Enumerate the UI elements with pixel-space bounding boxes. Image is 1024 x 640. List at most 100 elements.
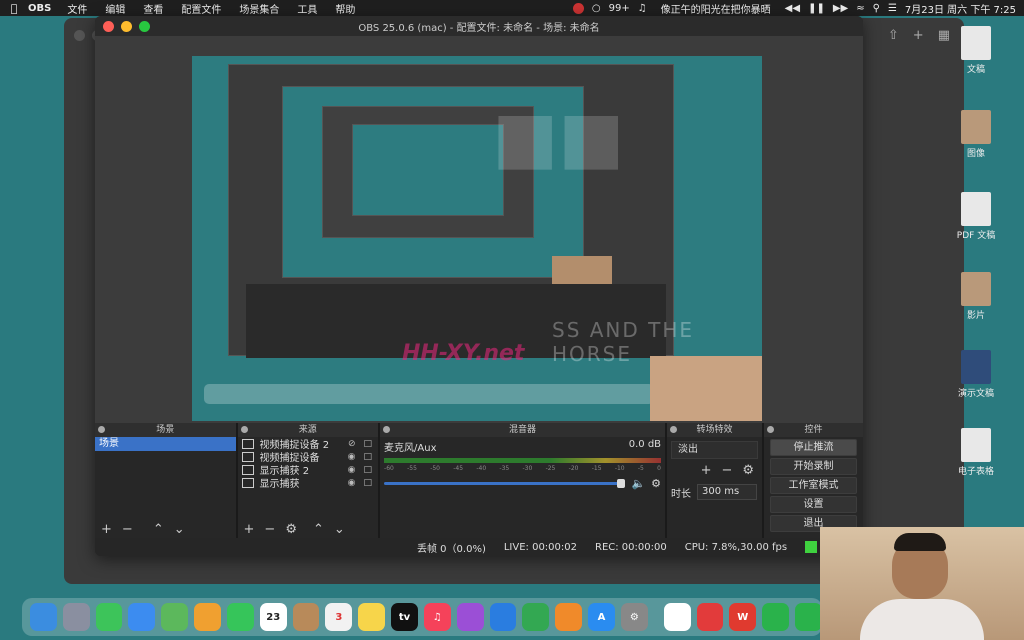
desktop-file-image[interactable]: 图像 <box>946 110 1006 159</box>
facetime-icon[interactable] <box>226 603 254 631</box>
baidu-netdisk-icon[interactable] <box>663 603 691 631</box>
obs-tray-icon[interactable] <box>572 2 584 14</box>
lock-icon[interactable]: □ <box>364 452 373 462</box>
menu-scene-collection[interactable]: 场景集合 <box>239 1 279 16</box>
move-down-icon[interactable]: ⌄ <box>334 522 345 537</box>
controls-header: 控件 <box>764 423 863 437</box>
gear-icon[interactable]: ⚙ <box>285 522 297 537</box>
start-recording-button[interactable]: 开始录制 <box>770 458 857 475</box>
gear-icon[interactable]: ⚙ <box>742 463 754 478</box>
move-up-icon[interactable]: ⌃ <box>313 522 324 537</box>
window-title: OBS 25.0.6 (mac) - 配置文件: 未命名 - 场景: 未命名 <box>358 22 600 34</box>
lock-icon[interactable]: □ <box>364 465 373 475</box>
visibility-icon[interactable]: ⊘ <box>348 439 356 449</box>
camera-icon <box>241 451 254 462</box>
visibility-icon[interactable]: ◉ <box>348 465 356 475</box>
launchpad-icon[interactable] <box>62 603 90 631</box>
sources-dock: 来源 视频捕捉设备 2 ⊘ □ 视频捕捉设备 ◉ □ 显示捕获 2 ◉ □ 显示捕获 ◉ □ +… <box>237 423 381 538</box>
add-scene-icon[interactable]: + <box>101 522 112 537</box>
remove-source-icon[interactable]: − <box>264 522 275 537</box>
iqiyi-icon[interactable] <box>762 603 790 631</box>
system-preferences-icon[interactable]: ⚙ <box>620 603 648 631</box>
music-tray-icon[interactable]: ♫ <box>638 3 647 14</box>
add-icon[interactable]: + <box>913 28 924 43</box>
menu-tools[interactable]: 工具 <box>297 1 317 16</box>
studio-mode-button[interactable]: 工作室模式 <box>770 477 857 494</box>
music-icon[interactable]: ♫ <box>423 603 451 631</box>
display-icon <box>241 477 254 488</box>
weibo-icon[interactable] <box>696 603 724 631</box>
wps-icon[interactable]: W <box>729 603 757 631</box>
app-store-icon[interactable]: A <box>588 603 615 631</box>
finder-icon[interactable] <box>30 603 57 631</box>
lock-icon[interactable]: □ <box>364 478 373 488</box>
preview-canvas[interactable]: ■■ SS AND THE HORSE HH-XY.net <box>192 56 762 421</box>
menu-view[interactable]: 查看 <box>143 1 163 16</box>
scenes-toolbar: + − ⌃ ⌄ <box>95 520 236 538</box>
reminders-icon[interactable]: 3 <box>325 603 353 631</box>
desktop-file-document[interactable]: 文稿 <box>946 26 1006 75</box>
tv-icon[interactable]: tv <box>391 603 418 631</box>
desktop-file-presentation[interactable]: 演示文稿 <box>946 350 1006 399</box>
menu-profile[interactable]: 配置文件 <box>181 1 221 16</box>
dock: 23 3 tv ♫ A ⚙ W <box>22 598 822 636</box>
remove-transition-icon[interactable]: − <box>721 463 732 478</box>
apple-menu-icon[interactable]:  <box>0 2 28 15</box>
desktop-file-movie[interactable]: 影片 <box>946 272 1006 321</box>
menu-help[interactable]: 帮助 <box>335 1 355 16</box>
document-icon <box>961 26 991 60</box>
remove-scene-icon[interactable]: − <box>122 522 133 537</box>
contacts-icon[interactable] <box>292 603 320 631</box>
notification-badge[interactable]: 99+ <box>609 3 630 14</box>
scene-item[interactable]: 场景 <box>95 437 236 451</box>
stop-streaming-button[interactable]: 停止推流 <box>770 439 857 456</box>
speaker-icon[interactable]: 🔈 <box>631 477 645 490</box>
podcasts-icon[interactable] <box>456 603 484 631</box>
source-item[interactable]: 显示捕获 ◉ □ <box>238 476 379 490</box>
volume-slider-handle[interactable] <box>617 479 626 488</box>
numbers-icon[interactable] <box>522 603 550 631</box>
sources-toolbar: + − ⚙ ⌃ ⌄ <box>238 520 379 538</box>
controls-dock: 控件 停止推流 开始录制 工作室模式 设置 退出 <box>764 423 863 538</box>
menu-edit[interactable]: 编辑 <box>105 1 125 16</box>
calendar-icon[interactable]: 23 <box>259 603 287 631</box>
now-playing-text[interactable]: 像正午的阳光在把你暴晒 <box>661 1 771 16</box>
wifi-icon[interactable]: ≈ <box>856 3 864 14</box>
app-menu[interactable]: OBS <box>28 3 51 14</box>
preview-area[interactable]: ■■ SS AND THE HORSE HH-XY.net <box>95 36 863 423</box>
keynote-icon[interactable] <box>489 603 517 631</box>
pause-icon[interactable]: ❚❚ <box>808 3 825 14</box>
wechat-icon[interactable] <box>795 603 822 631</box>
search-icon[interactable]: ⚲ <box>873 3 880 14</box>
display-icon <box>241 464 254 475</box>
transition-select[interactable]: 淡出 <box>671 441 759 459</box>
messages-icon[interactable] <box>95 603 123 631</box>
move-down-icon[interactable]: ⌄ <box>174 522 185 537</box>
control-center-icon[interactable]: ☰ <box>888 3 897 14</box>
pages-icon[interactable] <box>555 603 583 631</box>
add-transition-icon[interactable]: + <box>701 463 712 478</box>
desktop-file-pdf[interactable]: PDF 文稿 <box>946 192 1006 241</box>
visibility-icon[interactable]: ◉ <box>348 452 356 462</box>
notes-icon[interactable] <box>358 603 386 631</box>
photos-icon[interactable] <box>194 603 221 631</box>
move-up-icon[interactable]: ⌃ <box>153 522 164 537</box>
gear-icon[interactable]: ⚙ <box>651 477 661 490</box>
lock-icon[interactable]: □ <box>364 439 373 449</box>
previous-track-icon[interactable]: ◀◀ <box>785 3 800 14</box>
clock[interactable]: 7月23日 周六 下午 7:25 <box>905 1 1016 16</box>
maps-icon[interactable] <box>161 603 189 631</box>
add-source-icon[interactable]: + <box>244 522 255 537</box>
wechat-tray-icon[interactable]: ○ <box>592 3 601 14</box>
next-track-icon[interactable]: ▶▶ <box>833 3 848 14</box>
visibility-icon[interactable]: ◉ <box>348 478 356 488</box>
share-icon[interactable]: ⇧ <box>888 28 899 43</box>
menu-file[interactable]: 文件 <box>67 1 87 16</box>
volume-slider[interactable] <box>384 479 626 488</box>
settings-button[interactable]: 设置 <box>770 496 857 513</box>
spreadsheet-icon <box>961 428 991 462</box>
duration-input[interactable]: 300 ms <box>697 484 758 500</box>
desktop-file-spreadsheet[interactable]: 电子表格 <box>946 428 1006 477</box>
scenes-dock: 场景 场景 + − ⌃ ⌄ <box>95 423 238 538</box>
mail-icon[interactable] <box>128 603 156 631</box>
